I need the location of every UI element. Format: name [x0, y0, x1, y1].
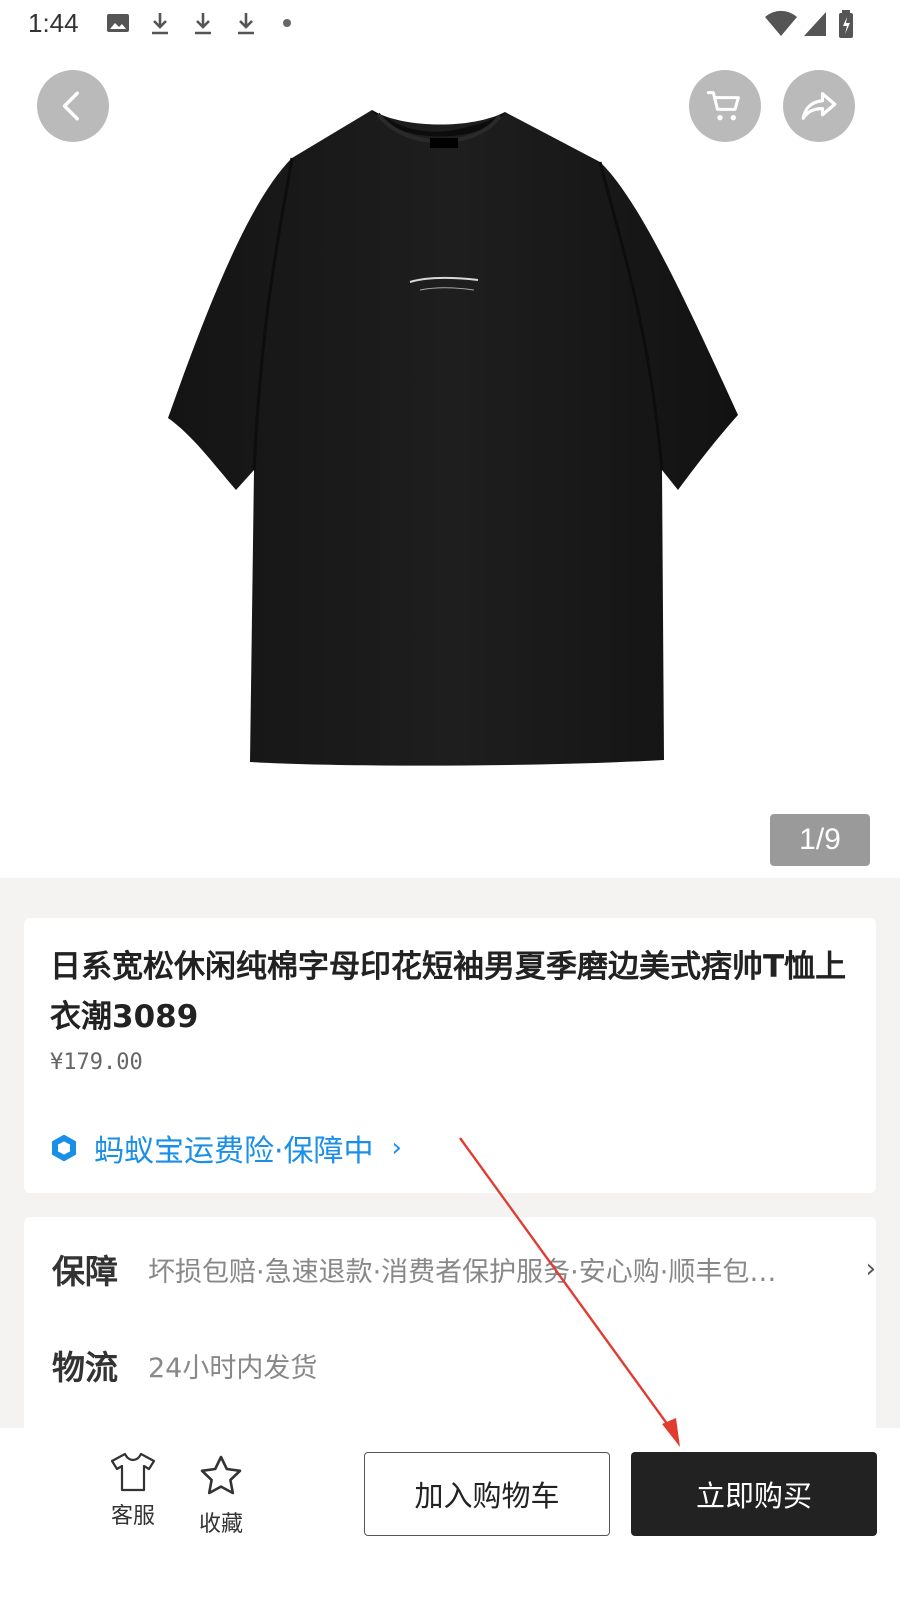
share-icon	[801, 92, 837, 120]
status-time: 1:44	[28, 8, 79, 38]
favorite-button[interactable]: 收藏	[196, 1452, 246, 1538]
chevron-left-icon	[62, 91, 79, 121]
status-bar: 1:44	[0, 0, 900, 50]
insurance-shield-icon	[52, 1134, 76, 1162]
wifi-icon	[765, 10, 797, 36]
customer-service-button[interactable]: 客服	[110, 1452, 156, 1530]
battery-icon	[839, 10, 853, 38]
tshirt-icon	[110, 1452, 156, 1492]
product-price: ¥179.00	[50, 1050, 143, 1075]
image-counter: 1/9	[770, 814, 870, 866]
image-notification-icon	[107, 14, 129, 32]
download-icon	[152, 13, 168, 35]
favorite-label: 收藏	[198, 1512, 243, 1537]
logistics-value: 24小时内发货	[148, 1352, 318, 1384]
product-image-gallery[interactable]	[0, 50, 900, 878]
product-title: 日系宽松休闲纯棉字母印花短袖男夏季磨边美式痞帅T恤上衣潮3089	[50, 949, 847, 1035]
bottom-action-bar: 客服 收藏 加入购物车 立即购买	[0, 1428, 900, 1600]
chevron-right-icon: ›	[391, 1133, 402, 1163]
buy-now-button[interactable]: 立即购买	[631, 1452, 877, 1536]
chevron-right-icon: ›	[865, 1254, 876, 1284]
signal-icon	[804, 12, 826, 36]
guarantee-value: 坏损包赔·急速退款·消费者保护服务·安心购·顺丰包…	[148, 1256, 777, 1288]
guarantee-row[interactable]: 保障 坏损包赔·急速退款·消费者保护服务·安心购·顺丰包… ›	[52, 1245, 876, 1293]
product-info-card: 日系宽松休闲纯棉字母印花短袖男夏季磨边美式痞帅T恤上衣潮3089 ¥179.00…	[24, 918, 876, 1193]
details-card: 保障 坏损包赔·急速退款·消费者保护服务·安心购·顺丰包… › 物流 24小时内…	[24, 1217, 876, 1457]
download-icon	[195, 13, 211, 35]
service-label: 客服	[110, 1504, 155, 1529]
cart-icon	[706, 91, 740, 121]
star-icon	[200, 1455, 242, 1495]
insurance-label: 蚂蚁宝运费险·保障中	[94, 1134, 374, 1169]
add-to-cart-button[interactable]: 加入购物车	[364, 1452, 610, 1536]
cart-button[interactable]	[689, 70, 761, 142]
logistics-label: 物流	[52, 1348, 118, 1387]
product-image-tshirt	[168, 110, 738, 766]
download-icon	[238, 13, 254, 35]
logistics-row: 物流 24小时内发货	[52, 1341, 317, 1389]
dot-icon	[283, 19, 291, 27]
shipping-insurance-link[interactable]: 蚂蚁宝运费险·保障中 ›	[48, 1126, 402, 1170]
back-button[interactable]	[37, 70, 109, 142]
guarantee-label: 保障	[52, 1252, 118, 1291]
share-button[interactable]	[783, 70, 855, 142]
